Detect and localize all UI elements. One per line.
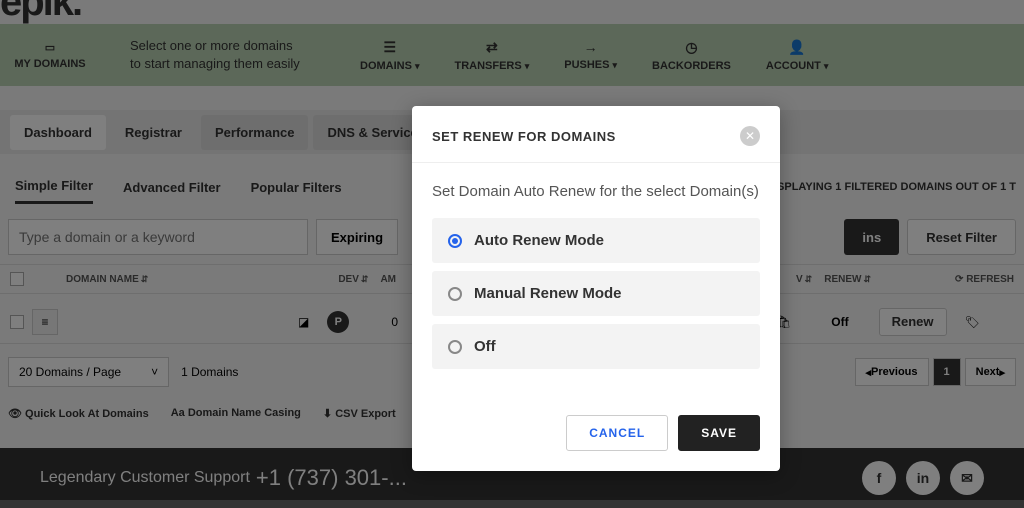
modal-description: Set Domain Auto Renew for the select Dom… [432,181,760,202]
modal-footer: CANCEL SAVE [412,395,780,471]
save-button[interactable]: SAVE [678,415,760,451]
option-label: Auto Renew Mode [474,232,604,249]
option-auto-renew[interactable]: Auto Renew Mode [432,218,760,263]
option-off[interactable]: Off [432,324,760,369]
close-icon[interactable]: ✕ [740,126,760,146]
radio-manual[interactable] [448,287,462,301]
cancel-button[interactable]: CANCEL [566,415,668,451]
radio-off[interactable] [448,340,462,354]
modal-header: SET RENEW FOR DOMAINS ✕ [412,106,780,163]
option-label: Manual Renew Mode [474,285,622,302]
modal-title: SET RENEW FOR DOMAINS [432,129,616,144]
renew-modal: SET RENEW FOR DOMAINS ✕ Set Domain Auto … [412,106,780,471]
radio-auto[interactable] [448,234,462,248]
option-label: Off [474,338,496,355]
modal-body: Set Domain Auto Renew for the select Dom… [412,163,780,395]
option-manual-renew[interactable]: Manual Renew Mode [432,271,760,316]
